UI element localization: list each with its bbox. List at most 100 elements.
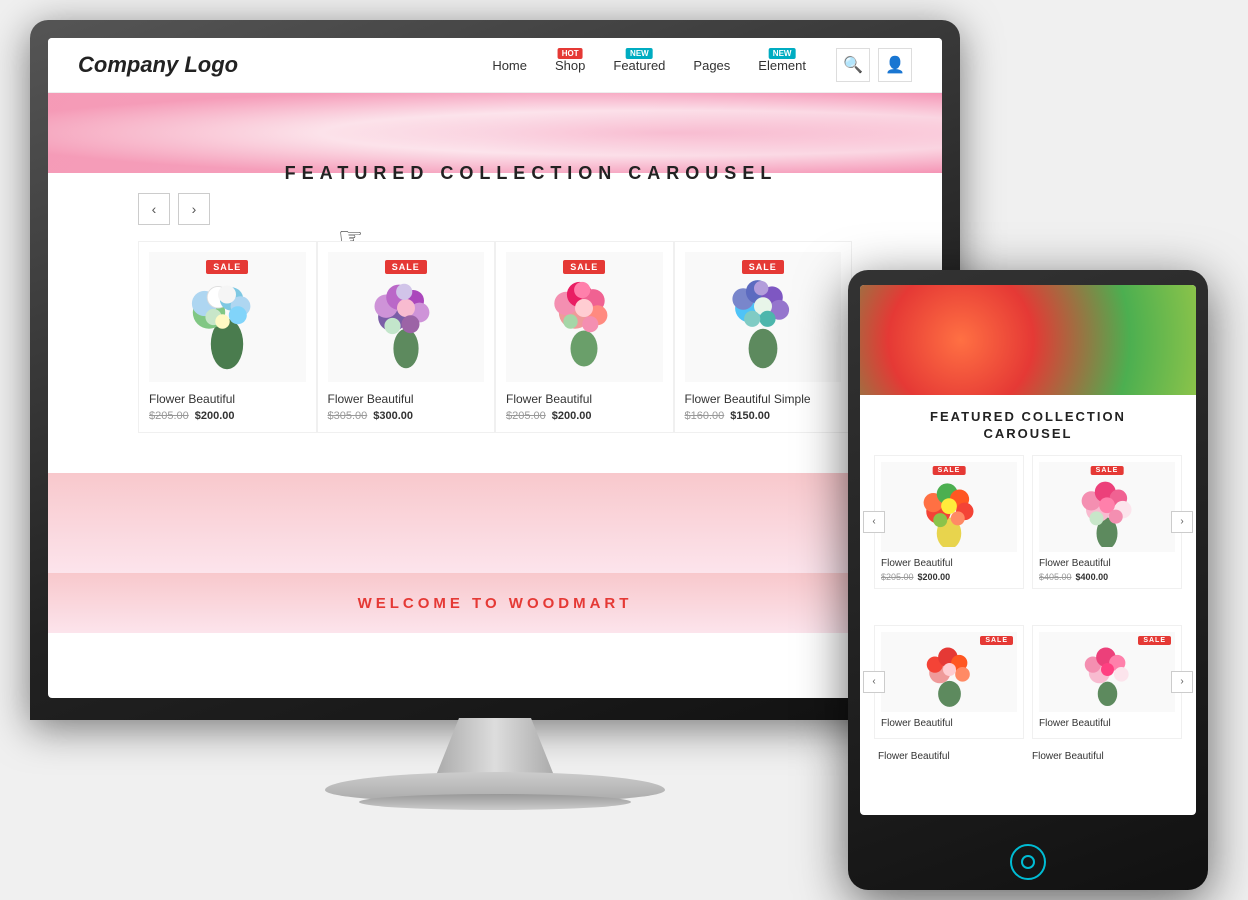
tablet2-next-button[interactable]: › [1171,671,1193,693]
monitor-stand-base [325,772,665,802]
carousel-title: FEATURED COLLECTION CAROUSEL [210,163,852,184]
tablet-flower-image-1 [914,467,984,547]
tablet-sale-badge-1: SALE [933,466,966,475]
hot-badge: HOT [558,48,583,59]
monitor-stand-neck [435,718,555,778]
tablet-product-name-2: Flower Beautiful [1039,558,1175,569]
tablet-screen: FEATURED COLLECTIONCAROUSEL ‹ SALE [860,285,1196,815]
tablet-sale-badge-2: SALE [1091,466,1124,475]
product-image-4: SALE [685,252,842,382]
sale-badge-4: SALE [742,260,784,274]
carousel-navigation: ‹ › [138,193,210,225]
tablet-product-image-2: SALE [1039,462,1175,552]
tablet-product-card2-1: SALE Flower Beautiful [874,625,1024,739]
tablet-product-card-1: SALE [874,455,1024,589]
price-new-4: $150.00 [730,410,770,422]
user-icon: 👤 [885,55,905,75]
nav-item-shop[interactable]: HOT Shop [555,58,585,73]
product-prices-1: $205.00 $200.00 [149,410,306,422]
main-nav: Home HOT Shop NEW Featured Pages NEW Ele… [492,58,806,73]
tablet-next-button[interactable]: › [1171,511,1193,533]
product-name-4: Flower Beautiful Simple [685,392,842,406]
tablet-carousel-section: FEATURED COLLECTIONCAROUSEL ‹ SALE [860,395,1196,603]
tablet-products-row: ‹ SALE [874,455,1182,589]
product-prices-2: $305.00 $300.00 [328,410,485,422]
welcome-section: WELCOME TO WOODMART [48,573,942,633]
monitor-screen: Company Logo Home HOT Shop NEW Featured … [48,38,942,698]
chevron-right-icon: › [192,201,197,217]
product-card-3: SALE [495,241,674,433]
nav-item-featured[interactable]: NEW Featured [613,58,665,73]
tablet-sale-badge2-1: SALE [980,636,1013,645]
tablet-product2-name-2: Flower Beautiful [1039,718,1175,729]
flower-image-4 [718,262,808,372]
product-card-4: SALE [674,241,853,433]
nav-item-home[interactable]: Home [492,58,527,73]
tablet-prices-1: $205.00 $200.00 [881,572,1017,582]
hero-banner-bg [48,93,942,173]
product-card-1: SALE [138,241,317,433]
carousel-prev-button[interactable]: ‹ [138,193,170,225]
tablet-product2-name-1: Flower Beautiful [881,718,1017,729]
tablet-product-img2-2: SALE [1039,632,1175,712]
monitor-frame: Company Logo Home HOT Shop NEW Featured … [30,20,960,720]
website-header: Company Logo Home HOT Shop NEW Featured … [48,38,942,93]
tablet-power-button[interactable] [1010,844,1046,880]
tablet-product-img2-1: SALE [881,632,1017,712]
carousel-section: ‹ › ☞ FEATURED COLLECTION CAROUSEL [108,173,882,463]
search-button[interactable]: 🔍 [836,48,870,82]
power-icon [1021,855,1035,869]
tablet-section2: ‹ SALE [860,611,1196,776]
tablet-frame: FEATURED COLLECTIONCAROUSEL ‹ SALE [848,270,1208,890]
tablet-flower2-1 [917,634,982,709]
hero-banner [48,93,942,173]
price-old-2: $305.00 [328,410,368,422]
flower-image-3 [539,262,629,372]
tablet-carousel-title: FEATURED COLLECTIONCAROUSEL [874,409,1182,443]
product-image-2: SALE [328,252,485,382]
product-image-3: SALE [506,252,663,382]
price-new-2: $300.00 [373,410,413,422]
chevron-left-icon: ‹ [152,201,157,217]
company-logo: Company Logo [78,52,238,78]
price-new-3: $200.00 [552,410,592,422]
tablet-bottom-name-1: Flower Beautiful [878,751,1024,762]
tablet-bottom-name-2: Flower Beautiful [1032,751,1178,762]
product-name-3: Flower Beautiful [506,392,663,406]
sale-badge-1: SALE [206,260,248,274]
tablet-prev-button[interactable]: ‹ [863,511,885,533]
product-card-2: SALE [317,241,496,433]
new-badge-element: NEW [769,48,796,59]
user-button[interactable]: 👤 [878,48,912,82]
tablet-bottom-names: Flower Beautiful Flower Beautiful [874,751,1182,762]
price-old-1: $205.00 [149,410,189,422]
tablet-flower-image-2 [1072,467,1142,547]
carousel-next-button[interactable]: › [178,193,210,225]
nav-item-element[interactable]: NEW Element [758,58,806,73]
tablet-price-old-1: $205.00 [881,572,914,582]
tablet-device: FEATURED COLLECTIONCAROUSEL ‹ SALE [848,270,1208,890]
tablet-price-new-2: $400.00 [1076,572,1109,582]
tablet2-prev-button[interactable]: ‹ [863,671,885,693]
product-prices-3: $205.00 $200.00 [506,410,663,422]
price-old-4: $160.00 [685,410,725,422]
tablet-product-card2-2: SALE Flower Beautiful [1032,625,1182,739]
nav-item-pages[interactable]: Pages [693,58,730,73]
tablet-sale-badge2-2: SALE [1138,636,1171,645]
tablet-product-name-1: Flower Beautiful [881,558,1017,569]
product-name-1: Flower Beautiful [149,392,306,406]
tablet-flower2-2 [1075,634,1140,709]
product-name-2: Flower Beautiful [328,392,485,406]
tablet-price-new-1: $200.00 [918,572,951,582]
welcome-text: WELCOME TO WOODMART [358,595,633,612]
tablet-prices-2: $405.00 $400.00 [1039,572,1175,582]
tablet-hero [860,285,1196,395]
bottom-hero [48,473,942,573]
tablet-price-old-2: $405.00 [1039,572,1072,582]
product-image-1: SALE [149,252,306,382]
header-icons: 🔍 👤 [836,48,912,82]
tablet-products-row-2: ‹ SALE [874,625,1182,739]
tablet-product-card-2: SALE [1032,455,1182,589]
flower-image-2 [361,262,451,372]
flower-image-1 [182,262,272,372]
